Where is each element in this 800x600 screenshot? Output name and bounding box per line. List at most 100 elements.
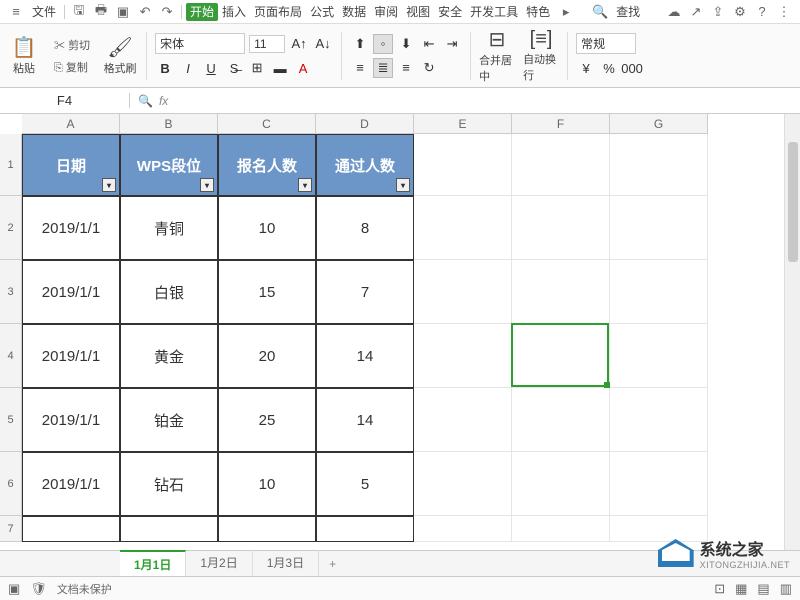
cell[interactable] — [512, 452, 610, 516]
help-icon[interactable]: ? — [752, 2, 772, 22]
table-cell[interactable]: 7 — [316, 260, 414, 324]
bold-button[interactable]: B — [155, 58, 175, 78]
redo-icon[interactable]: ↷ — [157, 2, 177, 22]
cell[interactable] — [414, 452, 512, 516]
border-button[interactable]: ⊞ — [247, 58, 267, 78]
cell[interactable] — [610, 134, 708, 196]
cloud-icon[interactable]: ☁ — [664, 2, 684, 22]
kebab-icon[interactable]: ⋮ — [774, 2, 794, 22]
column-header[interactable]: B — [120, 114, 218, 134]
filter-dropdown-icon[interactable]: ▾ — [102, 178, 116, 192]
menu-tab-5[interactable]: 审阅 — [370, 3, 402, 21]
view-layout-icon[interactable]: ▤ — [757, 581, 769, 597]
more-icon[interactable]: ▸ — [556, 2, 576, 22]
menu-tab-9[interactable]: 特色 — [522, 3, 554, 21]
table-cell[interactable]: 10 — [218, 452, 316, 516]
paste-button[interactable]: 📋 粘贴 — [6, 32, 42, 80]
wrap-text-button[interactable]: [≡] 自动换行 — [523, 32, 559, 80]
cell[interactable] — [610, 324, 708, 388]
row-header[interactable]: 3 — [0, 260, 22, 324]
table-cell[interactable]: 20 — [218, 324, 316, 388]
cell[interactable] — [512, 324, 610, 388]
table-cell[interactable]: 青铜 — [120, 196, 218, 260]
row-header[interactable]: 4 — [0, 324, 22, 388]
menu-tab-4[interactable]: 数据 — [338, 3, 370, 21]
cell[interactable] — [414, 516, 512, 542]
row-header[interactable]: 7 — [0, 516, 22, 542]
align-right-icon[interactable]: ≡ — [396, 58, 416, 78]
add-sheet-button[interactable]: + — [319, 553, 346, 575]
menu-tab-8[interactable]: 开发工具 — [466, 3, 522, 21]
align-top-icon[interactable]: ⬆ — [350, 34, 370, 54]
table-cell[interactable]: 14 — [316, 324, 414, 388]
comma-icon[interactable]: 000 — [622, 58, 642, 78]
cell[interactable] — [414, 324, 512, 388]
orientation-icon[interactable]: ↻ — [419, 58, 439, 78]
underline-button[interactable]: U — [201, 58, 221, 78]
table-cell[interactable]: 2019/1/1 — [22, 324, 120, 388]
table-cell[interactable]: 5 — [316, 452, 414, 516]
cell[interactable] — [512, 388, 610, 452]
menu-tab-2[interactable]: 页面布局 — [250, 3, 306, 21]
row-header[interactable]: 2 — [0, 196, 22, 260]
view-normal-icon[interactable]: ▦ — [735, 581, 747, 597]
table-cell[interactable]: 14 — [316, 388, 414, 452]
table-cell[interactable] — [218, 516, 316, 542]
row-header[interactable]: 6 — [0, 452, 22, 516]
sheet-tab[interactable]: 1月3日 — [253, 550, 319, 577]
undo-icon[interactable]: ↶ — [135, 2, 155, 22]
align-left-icon[interactable]: ≡ — [350, 58, 370, 78]
table-cell[interactable] — [22, 516, 120, 542]
table-cell[interactable]: 2019/1/1 — [22, 388, 120, 452]
cell[interactable] — [610, 260, 708, 324]
hamburger-icon[interactable]: ≡ — [6, 2, 26, 22]
insert-function-icon[interactable]: 🔍 — [138, 94, 153, 108]
table-cell[interactable]: 8 — [316, 196, 414, 260]
column-header[interactable]: D — [316, 114, 414, 134]
table-header-cell[interactable]: WPS段位▾ — [120, 134, 218, 196]
column-header[interactable]: E — [414, 114, 512, 134]
save-icon[interactable]: 🖫 — [69, 2, 89, 22]
table-cell[interactable] — [316, 516, 414, 542]
print-icon[interactable]: 🖶 — [91, 2, 111, 22]
table-cell[interactable]: 黄金 — [120, 324, 218, 388]
fill-color-button[interactable]: ▬ — [270, 58, 290, 78]
percent-icon[interactable]: % — [599, 58, 619, 78]
font-size-select[interactable]: 11 — [249, 35, 285, 53]
search-button[interactable]: 查找 — [612, 1, 644, 22]
cell[interactable] — [414, 260, 512, 324]
cell[interactable] — [512, 260, 610, 324]
column-header[interactable]: G — [610, 114, 708, 134]
table-header-cell[interactable]: 日期▾ — [22, 134, 120, 196]
cell[interactable] — [512, 134, 610, 196]
merge-center-button[interactable]: ⊟ 合并居中 — [479, 32, 515, 80]
view-page-icon[interactable]: ▥ — [780, 581, 792, 597]
upload-icon[interactable]: ⇪ — [708, 2, 728, 22]
view-dots-icon[interactable]: ⊡ — [714, 581, 725, 597]
align-middle-icon[interactable]: ◦ — [373, 34, 393, 54]
italic-button[interactable]: I — [178, 58, 198, 78]
table-cell[interactable]: 2019/1/1 — [22, 196, 120, 260]
table-cell[interactable]: 2019/1/1 — [22, 452, 120, 516]
file-menu[interactable]: 文件 — [28, 1, 60, 22]
font-name-select[interactable]: 宋体 — [155, 33, 245, 54]
sheet-tab[interactable]: 1月1日 — [120, 550, 186, 577]
fx-icon[interactable]: fx — [159, 94, 168, 108]
table-cell[interactable]: 钻石 — [120, 452, 218, 516]
table-cell[interactable]: 25 — [218, 388, 316, 452]
indent-decrease-icon[interactable]: ⇤ — [419, 34, 439, 54]
cell[interactable] — [414, 388, 512, 452]
table-cell[interactable]: 15 — [218, 260, 316, 324]
table-cell[interactable]: 10 — [218, 196, 316, 260]
filter-dropdown-icon[interactable]: ▾ — [200, 178, 214, 192]
column-header[interactable]: C — [218, 114, 316, 134]
name-box[interactable]: F4 — [0, 93, 130, 108]
table-header-cell[interactable]: 通过人数▾ — [316, 134, 414, 196]
sheet-tab[interactable]: 1月2日 — [186, 550, 252, 577]
menu-tab-0[interactable]: 开始 — [186, 3, 218, 21]
table-cell[interactable]: 2019/1/1 — [22, 260, 120, 324]
cell[interactable] — [610, 196, 708, 260]
currency-icon[interactable]: ¥ — [576, 58, 596, 78]
menu-tab-3[interactable]: 公式 — [306, 3, 338, 21]
column-header[interactable]: F — [512, 114, 610, 134]
